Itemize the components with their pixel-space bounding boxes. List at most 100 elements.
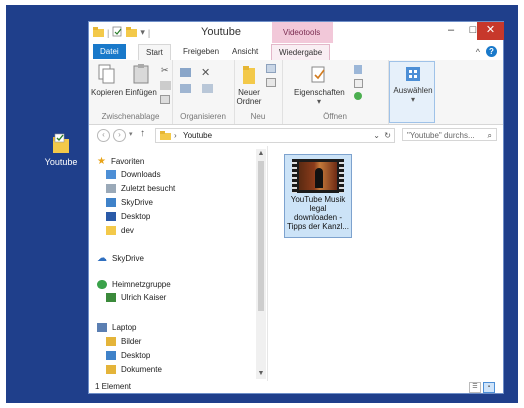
- nav-item-recent[interactable]: Zuletzt besucht: [106, 184, 175, 193]
- qat-dropdown-icon[interactable]: ▾: [140, 27, 145, 38]
- nav-item-skydrive[interactable]: ☁ SkyDrive: [97, 253, 144, 264]
- nav-item-user[interactable]: Ulrich Kaiser: [106, 293, 166, 302]
- film-strip-right: [339, 159, 344, 193]
- title-bar: | ▾ | Videotools Youtube – □ ✕: [89, 22, 504, 43]
- nav-item-laptop[interactable]: Laptop: [97, 323, 136, 332]
- paste-icon: [125, 64, 157, 86]
- folder-icon: [106, 226, 116, 235]
- tab-share[interactable]: Freigeben: [176, 44, 226, 59]
- tab-playback[interactable]: Wiedergabe: [271, 44, 331, 60]
- recent-locations-icon[interactable]: ▾: [129, 130, 133, 138]
- computer-icon: [97, 323, 107, 332]
- scrollbar-thumb[interactable]: [258, 161, 264, 311]
- nav-item-skydrive-fav[interactable]: SkyDrive: [106, 198, 153, 207]
- status-bar: 1 Element ☰ ▪: [89, 381, 503, 393]
- properties-icon[interactable]: [112, 26, 123, 39]
- history-icon[interactable]: [354, 92, 362, 100]
- nav-item-downloads[interactable]: Downloads: [106, 170, 161, 179]
- separator: |: [147, 27, 151, 38]
- copy-button[interactable]: Kopieren: [91, 64, 123, 97]
- help-icon[interactable]: ?: [486, 46, 497, 57]
- minimize-button[interactable]: –: [439, 22, 463, 40]
- up-arrow-icon[interactable]: ↑: [140, 128, 145, 139]
- nav-item-documents[interactable]: Dokumente: [106, 365, 162, 374]
- move-to-icon[interactable]: [180, 68, 191, 77]
- copy-path-icon[interactable]: [160, 81, 171, 90]
- window-title: Youtube: [201, 26, 241, 38]
- address-dropdown-icon[interactable]: ⌄: [373, 129, 380, 142]
- nav-item-pictures[interactable]: Bilder: [106, 337, 141, 346]
- nav-item-homegroup[interactable]: Heimnetzgruppe: [97, 280, 171, 289]
- ribbon-tabs: Datei Start Freigeben Ansicht Wiedergabe…: [89, 43, 503, 61]
- file-name: YouTube Musik legal downloaden - Tipps d…: [287, 195, 349, 231]
- select-button[interactable]: Auswählen ▾: [389, 61, 435, 123]
- properties-button[interactable]: Eigenschaften ▾: [294, 66, 345, 106]
- documents-folder-icon: [106, 365, 116, 374]
- address-bar-row: ‹ › ▾ ↑ › Youtube ⌄ ↻ "Youtube" durchs..…: [89, 125, 503, 145]
- large-icons-view-icon[interactable]: ▪: [483, 382, 495, 393]
- file-list: YouTube Musik legal downloaden - Tipps d…: [268, 146, 503, 383]
- properties-icon: [294, 66, 344, 86]
- tab-start[interactable]: Start: [138, 44, 171, 60]
- nav-item-favorites[interactable]: ★ Favoriten: [97, 156, 144, 167]
- cloud-icon: ☁: [97, 253, 107, 264]
- user-avatar-icon: [106, 293, 116, 302]
- search-input[interactable]: "Youtube" durchs... ⌕: [402, 128, 497, 141]
- paste-button[interactable]: Einfügen: [125, 64, 157, 97]
- nav-item-desktop-fav[interactable]: Desktop: [106, 212, 150, 221]
- collapse-ribbon-icon[interactable]: ^: [476, 47, 480, 57]
- film-strip-left: [292, 159, 297, 193]
- ribbon: Kopieren Einfügen ✂ Zwischenablage ✕ Org…: [89, 60, 503, 125]
- paste-shortcut-icon[interactable]: [160, 95, 170, 104]
- back-button[interactable]: ‹: [97, 129, 110, 142]
- nav-scrollbar[interactable]: ▲ ▼: [256, 149, 266, 379]
- new-item-icon[interactable]: [266, 64, 276, 73]
- details-view-icon[interactable]: ☰: [469, 382, 481, 393]
- nav-item-desktop[interactable]: Desktop: [106, 351, 150, 360]
- desktop-icon: [106, 212, 116, 221]
- video-scene: [299, 162, 337, 190]
- file-item-video[interactable]: YouTube Musik legal downloaden - Tipps d…: [284, 154, 352, 238]
- forward-button[interactable]: ›: [113, 129, 126, 142]
- open-icon[interactable]: [354, 65, 362, 74]
- edit-icon[interactable]: [354, 79, 363, 88]
- group-new: Neuer Ordner Neu: [234, 60, 283, 124]
- person-figure: [315, 168, 323, 188]
- context-group-label: Videotools: [283, 28, 321, 37]
- copy-to-icon[interactable]: [180, 84, 191, 93]
- easy-access-icon[interactable]: [266, 78, 276, 87]
- new-folder-icon: [236, 64, 262, 86]
- address-field[interactable]: › Youtube ⌄ ↻: [155, 128, 395, 143]
- dropdown-arrow-icon: ▾: [410, 95, 415, 104]
- new-folder-button[interactable]: Neuer Ordner: [236, 64, 262, 106]
- cut-icon[interactable]: ✂: [161, 65, 172, 75]
- nav-item-dev[interactable]: dev: [106, 226, 134, 235]
- group-clipboard: Kopieren Einfügen ✂ Zwischenablage: [89, 60, 173, 124]
- desktop-icon-label: Youtube: [44, 157, 78, 167]
- rename-icon[interactable]: [202, 84, 213, 93]
- refresh-icon[interactable]: ↻: [384, 129, 391, 142]
- tab-view[interactable]: Ansicht: [225, 44, 265, 59]
- new-folder-icon[interactable]: [126, 26, 138, 39]
- search-icon: ⌕: [487, 131, 492, 140]
- scroll-up-icon[interactable]: ▲: [256, 149, 266, 159]
- recent-places-icon: [106, 184, 116, 193]
- skydrive-folder-icon: [106, 198, 116, 207]
- group-open: Eigenschaften ▾ Öffnen: [282, 60, 389, 124]
- navigation-pane: ★ Favoriten Downloads Zuletzt besucht Sky…: [89, 146, 268, 383]
- dropdown-arrow-icon: ▾: [316, 97, 321, 106]
- explorer-window: | ▾ | Videotools Youtube – □ ✕ Datei Sta…: [88, 21, 504, 394]
- close-button[interactable]: ✕: [477, 22, 504, 40]
- select-all-icon: [392, 66, 434, 84]
- downloads-folder-icon: [106, 170, 116, 179]
- tab-file[interactable]: Datei: [93, 44, 126, 59]
- star-icon: ★: [97, 156, 106, 167]
- desktop-icon-youtube[interactable]: Youtube: [40, 133, 82, 167]
- group-organize: ✕ Organisieren: [172, 60, 235, 124]
- separator: |: [107, 27, 110, 38]
- select-all-button[interactable]: Auswählen ▾: [392, 66, 434, 104]
- breadcrumb-youtube[interactable]: Youtube: [183, 129, 212, 142]
- scroll-down-icon[interactable]: ▼: [256, 369, 266, 379]
- delete-icon[interactable]: ✕: [201, 66, 212, 79]
- pictures-folder-icon: [106, 337, 116, 346]
